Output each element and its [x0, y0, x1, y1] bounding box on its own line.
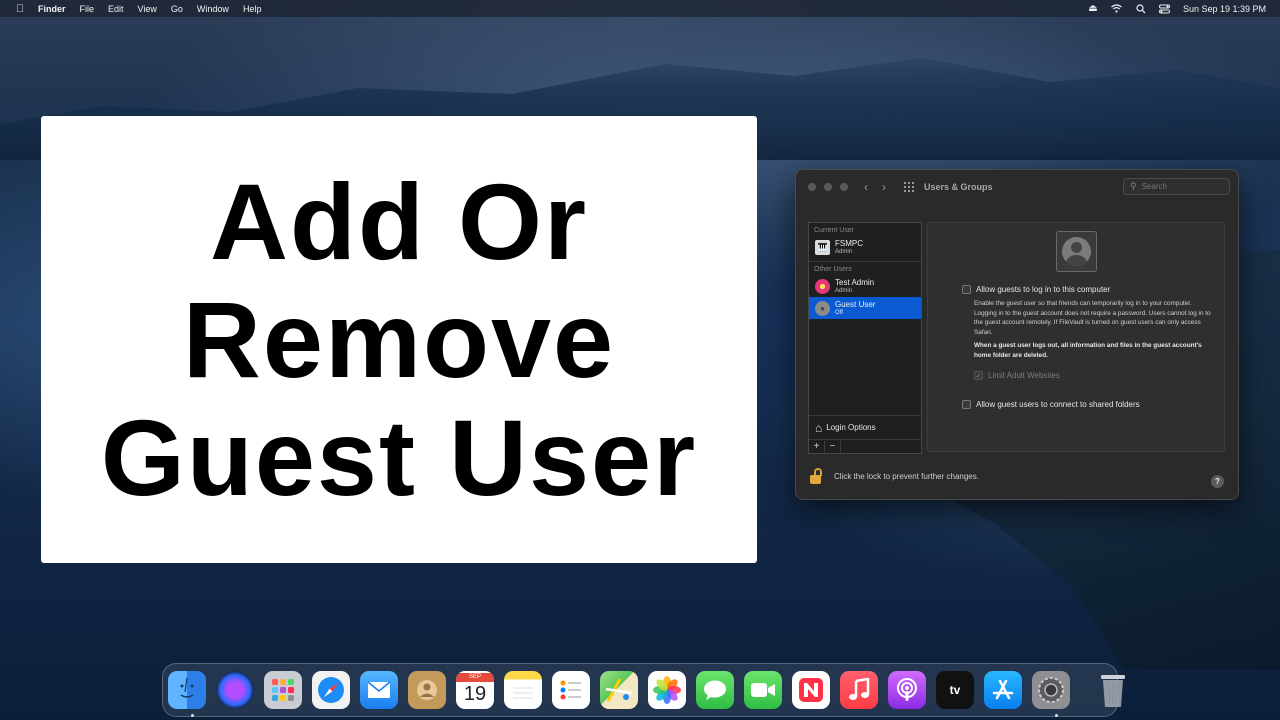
- house-icon: ⌂: [815, 420, 823, 435]
- lock-area: Click the lock to prevent further change…: [810, 468, 979, 484]
- system-preferences-icon[interactable]: [1032, 671, 1070, 709]
- spotlight-search-icon[interactable]: [1135, 3, 1147, 15]
- music-icon[interactable]: [840, 671, 878, 709]
- siri-icon[interactable]: [216, 671, 254, 709]
- menu-edit[interactable]: Edit: [108, 4, 124, 14]
- guest-settings-panel: Allow guests to log in to this computer …: [927, 222, 1225, 452]
- flower-avatar-icon: [815, 278, 830, 294]
- menu-view[interactable]: View: [138, 4, 157, 14]
- user-row-fsmpc[interactable]: 🎹 FSMPC Admin: [809, 236, 921, 258]
- title-line-2: Remove: [182, 278, 616, 400]
- title-line-1: Add Or: [210, 160, 588, 282]
- back-chevron-icon[interactable]: ‹: [864, 180, 868, 194]
- zoom-window-button[interactable]: [840, 182, 848, 191]
- show-all-grid-icon[interactable]: [904, 181, 914, 192]
- control-center-icon[interactable]: [1159, 3, 1171, 15]
- facetime-icon[interactable]: [744, 671, 782, 709]
- eject-icon[interactable]: ⏏: [1087, 3, 1099, 15]
- close-window-button[interactable]: [808, 182, 816, 191]
- piano-avatar-icon: 🎹: [815, 239, 830, 255]
- guest-profile-picture: [1056, 231, 1097, 272]
- menu-go[interactable]: Go: [171, 4, 183, 14]
- add-user-button[interactable]: +: [809, 440, 825, 453]
- search-icon: ⚲: [1130, 181, 1137, 191]
- add-remove-bar: + −: [809, 439, 921, 453]
- login-options-button[interactable]: ⌂ Login Options: [809, 415, 921, 439]
- menu-help[interactable]: Help: [243, 4, 262, 14]
- title-card: Add Or Remove Guest User: [41, 116, 757, 563]
- menu-bar:  Finder File Edit View Go Window Help ⏏…: [0, 0, 1280, 17]
- user-name: Test Admin: [835, 277, 875, 287]
- maps-icon[interactable]: [600, 671, 638, 709]
- dock: SEP 19 tv: [162, 663, 1125, 717]
- user-name: Guest User: [835, 299, 876, 309]
- menu-window[interactable]: Window: [197, 4, 229, 14]
- shared-folders-checkbox[interactable]: [962, 400, 971, 409]
- limit-adult-label: Limit Adult Websites: [988, 371, 1060, 380]
- menu-clock[interactable]: Sun Sep 19 1:39 PM: [1183, 4, 1266, 14]
- search-input[interactable]: [1141, 182, 1222, 191]
- wifi-icon[interactable]: [1111, 3, 1123, 15]
- user-row-guest-user[interactable]: ● Guest User Off: [809, 297, 921, 319]
- allow-guests-checkbox[interactable]: [962, 285, 971, 294]
- messages-icon[interactable]: [696, 671, 734, 709]
- calendar-icon[interactable]: SEP 19: [456, 671, 494, 709]
- trash-icon[interactable]: [1094, 671, 1132, 709]
- limit-adult-checkbox: ✓: [974, 371, 983, 380]
- user-list: Current User 🎹 FSMPC Admin Other Users T…: [808, 222, 922, 454]
- news-icon[interactable]: [792, 671, 830, 709]
- other-users-label: Other Users: [814, 266, 852, 273]
- title-line-3: Guest User: [100, 396, 698, 518]
- remove-user-button[interactable]: −: [825, 440, 841, 453]
- launchpad-icon[interactable]: [264, 671, 302, 709]
- guest-avatar-icon: ●: [815, 300, 830, 316]
- guest-description: Enable the guest user so that friends ca…: [974, 300, 1211, 336]
- menu-file[interactable]: File: [80, 4, 95, 14]
- allow-guests-option[interactable]: Allow guests to log in to this computer: [962, 285, 1110, 294]
- app-store-icon[interactable]: [984, 671, 1022, 709]
- shared-folders-label: Allow guest users to connect to shared f…: [976, 400, 1140, 409]
- tv-label: tv: [949, 683, 961, 697]
- notes-icon[interactable]: [504, 671, 542, 709]
- user-role: Off: [835, 309, 843, 316]
- user-role: Admin: [835, 287, 853, 294]
- shared-folders-option[interactable]: Allow guest users to connect to shared f…: [962, 400, 1140, 409]
- limit-adult-option: ✓ Limit Adult Websites: [974, 371, 1060, 380]
- guest-warning: When a guest user logs out, all informat…: [974, 342, 1202, 359]
- person-silhouette-icon: [1062, 237, 1091, 266]
- lock-text: Click the lock to prevent further change…: [834, 471, 979, 481]
- running-indicator: [1054, 714, 1058, 717]
- menu-extras: ⏏ Sun Sep 19 1:39 PM: [1087, 3, 1266, 15]
- apple-tv-icon[interactable]: tv: [936, 671, 974, 709]
- help-button[interactable]: ?: [1211, 475, 1224, 488]
- minimize-window-button[interactable]: [824, 182, 832, 191]
- current-user-label: Current User: [814, 227, 855, 234]
- window-title: Users & Groups: [924, 181, 993, 192]
- safari-icon[interactable]: [312, 671, 350, 709]
- menu-app-finder[interactable]: Finder: [38, 4, 66, 14]
- unlocked-lock-icon[interactable]: [810, 468, 824, 484]
- window-titlebar: ‹ › Users & Groups ⚲: [796, 170, 1238, 203]
- podcasts-icon[interactable]: [888, 671, 926, 709]
- login-options-label: Login Options: [826, 423, 876, 432]
- contacts-icon[interactable]: [408, 671, 446, 709]
- users-groups-window: ‹ › Users & Groups ⚲ Current User 🎹 FSMP…: [795, 169, 1239, 500]
- finder-icon[interactable]: [168, 671, 206, 709]
- search-field[interactable]: ⚲: [1123, 178, 1230, 195]
- mail-icon[interactable]: [360, 671, 398, 709]
- apple-menu-icon[interactable]: : [13, 2, 27, 16]
- calendar-day: 19: [463, 682, 487, 705]
- reminders-icon[interactable]: [552, 671, 590, 709]
- user-name: FSMPC: [835, 238, 863, 248]
- allow-guests-label: Allow guests to log in to this computer: [976, 285, 1111, 294]
- user-role: Admin: [835, 248, 853, 255]
- user-row-test-admin[interactable]: Test Admin Admin: [809, 275, 921, 297]
- running-indicator: [190, 714, 194, 717]
- photos-icon[interactable]: [648, 671, 686, 709]
- forward-chevron-icon[interactable]: ›: [882, 180, 886, 194]
- calendar-month: SEP: [456, 673, 494, 682]
